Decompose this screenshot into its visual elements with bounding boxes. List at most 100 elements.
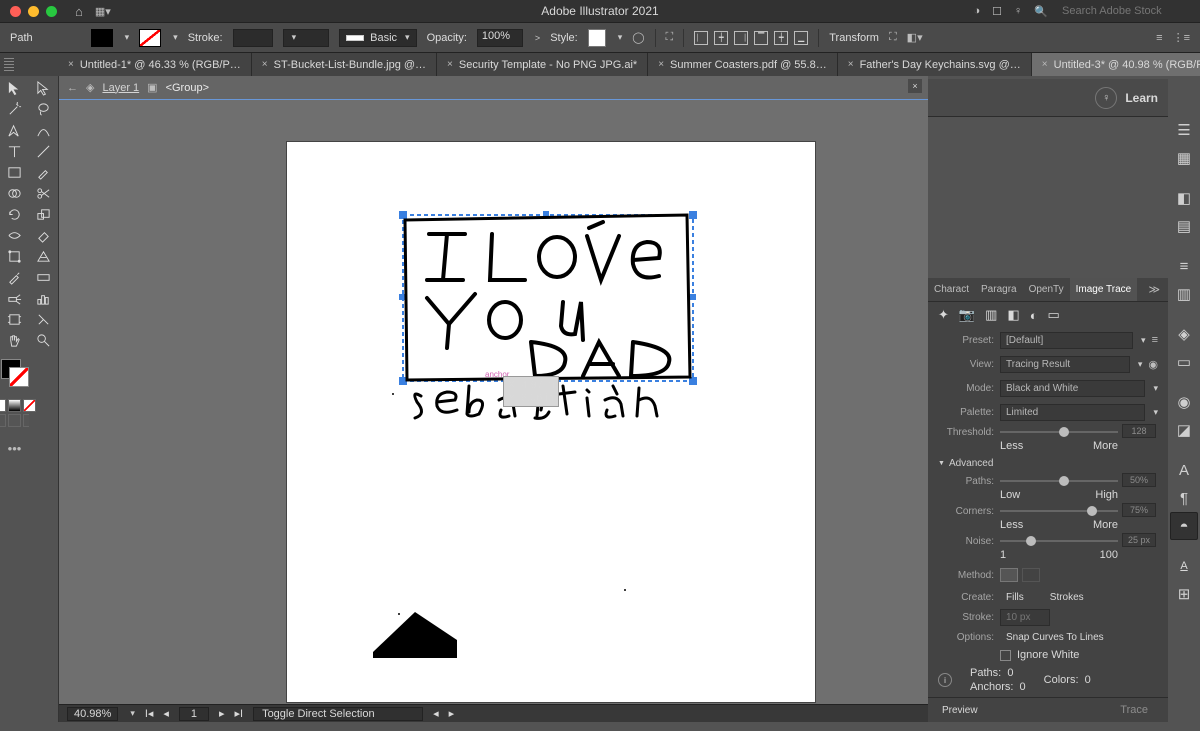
eraser-tool[interactable] [31,225,56,246]
back-arrow-icon[interactable]: ← [67,82,78,94]
chevron-down-icon[interactable]: ▾ [173,32,178,43]
align-bottom-icon[interactable]: ▁ [794,31,808,45]
shape-builder-tool[interactable] [2,183,27,204]
learn-label[interactable]: Learn [1125,91,1158,105]
free-transform-tool[interactable] [2,246,27,267]
align-to-icon[interactable]: ≡ [1156,32,1162,44]
advanced-toggle[interactable]: Advanced [928,454,1168,473]
scissors-tool[interactable] [31,183,56,204]
preset-bw-icon[interactable]: ◐ [1030,308,1038,323]
breadcrumb-group[interactable]: <Group> [166,82,209,94]
transparency-panel-icon[interactable]: ◪ [1170,416,1198,444]
doc-tab-1[interactable]: ×ST-Bucket-List-Bundle.jpg @… [252,53,437,76]
draw-behind[interactable] [8,414,21,427]
magic-wand-tool[interactable] [2,99,27,120]
preset-gray-icon[interactable]: ◧ [1007,307,1019,323]
preset-outline-icon[interactable]: ▭ [1048,307,1060,323]
threshold-value[interactable]: 128 [1122,424,1156,438]
swatches-panel-icon[interactable]: ▤ [1170,212,1198,240]
align-hcenter-icon[interactable]: ┿ [714,31,728,45]
recolor-icon[interactable]: ◯ [632,31,644,44]
zoom-level[interactable]: 40.98% [67,707,118,721]
artboard-nav-next[interactable]: ▸ [219,707,225,720]
mode-select[interactable]: Black and White [1000,380,1145,397]
noise-value[interactable]: 25 px [1122,533,1156,547]
opacity-input[interactable]: 100% [477,29,523,47]
close-icon[interactable]: × [447,59,453,70]
eyedropper-tool[interactable] [2,267,27,288]
close-icon[interactable]: × [848,59,854,70]
chevron-down-icon[interactable]: > [535,33,540,43]
palette-select[interactable]: Limited [1000,404,1145,421]
preset-select[interactable]: [Default] [1000,332,1133,349]
rectangle-tool[interactable] [2,162,27,183]
close-breadcrumb-button[interactable]: × [908,79,922,93]
close-icon[interactable]: × [68,59,74,70]
target-icon[interactable]: ▣ [147,81,157,94]
close-icon[interactable]: × [1042,59,1048,70]
doc-tab-3[interactable]: ×Summer Coasters.pdf @ 55.8… [648,53,838,76]
direct-selection-tool[interactable] [31,78,56,99]
imagetrace-panel-icon[interactable]: ◓ [1170,512,1198,540]
perspective-tool[interactable] [31,246,56,267]
doc-tab-5[interactable]: ×Untitled-3* @ 40.98 % (RGB/Preview) [1032,53,1200,76]
breadcrumb-layer[interactable]: Layer 1 [102,82,139,94]
pen-tool[interactable] [2,120,27,141]
close-icon[interactable]: × [262,59,268,70]
glyphs-panel-icon[interactable]: A [1170,552,1198,580]
appearance-panel-icon[interactable]: ◉ [1170,388,1198,416]
artboard-number[interactable]: 1 [179,707,209,721]
ignore-white-checkbox[interactable] [1000,650,1011,661]
paintbrush-tool[interactable] [31,162,56,183]
align-top-icon[interactable]: ▔ [754,31,768,45]
curvature-tool[interactable] [31,120,56,141]
stroke-value[interactable]: 10 px [1000,609,1050,626]
width-tool[interactable] [2,225,27,246]
isolate-icon[interactable]: ⛶ [666,31,674,44]
align-right-icon[interactable]: ⎹ [734,31,748,45]
panel-tab-character[interactable]: Charact [928,278,975,301]
align-left-icon[interactable]: ⎸ [694,31,708,45]
line-tool[interactable] [31,141,56,162]
paths-value[interactable]: 50% [1122,473,1156,487]
method-overlap[interactable] [1022,568,1040,582]
stroke-weight-input[interactable] [233,29,273,47]
paths-slider[interactable]: 50% [1000,475,1118,487]
artboard-tool[interactable] [2,309,27,330]
status-nav-prev[interactable]: ◂ [433,707,439,720]
view-select[interactable]: Tracing Result [1000,356,1130,373]
transform-label[interactable]: Transform [829,32,879,44]
type-tool[interactable] [2,141,27,162]
artboard-nav-last[interactable]: ▸I [234,707,243,720]
learn-bulb-icon[interactable]: ♀ [1095,87,1117,109]
eye-icon[interactable]: ◉ [1148,358,1158,371]
shape-panel-icon[interactable]: ◧▾ [907,31,923,44]
stroke-swatch[interactable] [139,29,161,47]
rotate-tool[interactable] [2,204,27,225]
status-mode[interactable]: Toggle Direct Selection [253,707,423,721]
layers-icon[interactable]: ◈ [86,81,94,94]
brush-definition[interactable]: Basic▾ [339,29,417,47]
properties-panel-icon[interactable]: ☰ [1170,116,1198,144]
selection-tool[interactable] [2,78,27,99]
close-icon[interactable]: × [658,59,664,70]
doc-tab-0[interactable]: ×Untitled-1* @ 46.33 % (RGB/P… [58,53,252,76]
panel-tab-imagetrace[interactable]: Image Trace [1070,278,1138,301]
doc-tab-4[interactable]: ×Father's Day Keychains.svg @… [838,53,1032,76]
gradient-mode[interactable] [8,399,21,412]
chevron-down-icon[interactable]: ▾ [618,32,623,43]
artboards-panel-icon[interactable]: ▭ [1170,348,1198,376]
preset-auto-icon[interactable]: ✦ [938,307,949,323]
zoom-tool[interactable] [31,330,56,351]
threshold-slider[interactable]: 128 [1000,426,1118,438]
layers-panel-icon[interactable]: ◈ [1170,320,1198,348]
panel-overflow[interactable]: ≫ [1140,283,1168,296]
gradient-panel-icon[interactable]: ▥ [1170,280,1198,308]
status-nav-next[interactable]: ▸ [449,707,455,720]
none-mode[interactable] [23,399,36,412]
artboard-nav-first[interactable]: I◂ [145,707,154,720]
stroke-color[interactable] [9,367,29,387]
tab-handle[interactable] [4,58,14,72]
artboard-nav-prev[interactable]: ◂ [163,707,169,720]
hand-tool[interactable] [2,330,27,351]
